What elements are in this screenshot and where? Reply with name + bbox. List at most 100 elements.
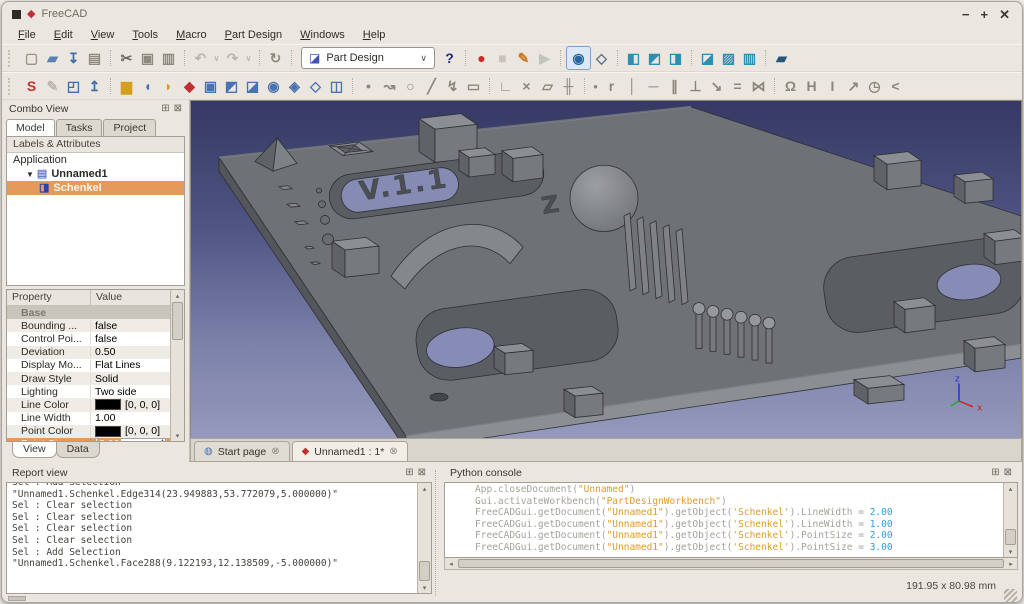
property-value[interactable]: Two side bbox=[91, 386, 170, 398]
tab-data[interactable]: Data bbox=[56, 442, 100, 458]
tree-item-unnamed1[interactable]: ▼▤Unnamed1 bbox=[7, 167, 184, 181]
window-menu-icon[interactable] bbox=[12, 10, 21, 19]
constraint-horizontal-distance-icon[interactable]: H bbox=[801, 76, 822, 97]
point-size-editor[interactable]: 3.00▴▾ bbox=[95, 438, 166, 441]
polar-pattern-icon[interactable]: ◆ bbox=[179, 76, 200, 97]
spinner-icons[interactable]: ▴▾ bbox=[161, 439, 164, 441]
constraint-perpendicular-icon[interactable]: ⊥ bbox=[685, 76, 706, 97]
tab-project[interactable]: Project bbox=[103, 119, 156, 136]
macro-edit-icon[interactable]: ✎ bbox=[513, 48, 534, 69]
property-value[interactable]: 3.00▴▾ bbox=[91, 438, 170, 441]
sketch-polyline-icon[interactable]: ↯ bbox=[442, 76, 463, 97]
sketch-new-icon[interactable]: S bbox=[21, 76, 42, 97]
hole-icon[interactable]: ◩ bbox=[221, 76, 242, 97]
draft-icon[interactable]: ◇ bbox=[305, 76, 326, 97]
scroll-down-icon[interactable]: ▾ bbox=[418, 582, 431, 593]
groove-icon[interactable]: ◗ bbox=[158, 76, 179, 97]
open-file-icon[interactable]: ▰ bbox=[42, 48, 63, 69]
python-scrollbar[interactable]: ▴ ▾ bbox=[1003, 483, 1017, 557]
python-horizontal-scrollbar[interactable]: ◂ ▸ bbox=[444, 558, 1018, 570]
sketch-circle-icon[interactable]: ○ bbox=[400, 76, 421, 97]
pocket-icon[interactable]: ▣ bbox=[200, 76, 221, 97]
constraint-radius-icon[interactable]: ◷ bbox=[864, 76, 885, 97]
minimize-button[interactable]: − bbox=[962, 8, 970, 21]
workbench-selector[interactable]: ◪Part Design∨ bbox=[301, 47, 435, 69]
sketch-line-icon[interactable]: ╱ bbox=[421, 76, 442, 97]
scroll-thumb[interactable] bbox=[419, 561, 430, 581]
3d-viewport[interactable]: V.1.1 Z z x bbox=[190, 100, 1022, 438]
resize-grip[interactable] bbox=[1004, 589, 1017, 602]
constraint-coincident-icon[interactable]: ● bbox=[590, 76, 601, 97]
view-top-icon[interactable]: ◩ bbox=[644, 48, 665, 69]
constraint-symmetric-icon[interactable]: ⋈ bbox=[748, 76, 769, 97]
constraint-tangent-icon[interactable]: ↘ bbox=[706, 76, 727, 97]
close-tab-icon[interactable]: ⊗ bbox=[389, 447, 397, 457]
fillet-icon[interactable]: ◉ bbox=[263, 76, 284, 97]
sketch-leave-icon[interactable]: ↥ bbox=[84, 76, 105, 97]
menu-item-part-design[interactable]: Part Design bbox=[217, 27, 290, 43]
toolbar-handle[interactable] bbox=[8, 78, 16, 95]
save-icon[interactable]: ↧ bbox=[63, 48, 84, 69]
sketch-map-icon[interactable]: ◰ bbox=[63, 76, 84, 97]
sketch-external-geometry-icon[interactable]: ▱ bbox=[537, 76, 558, 97]
maximize-button[interactable]: + bbox=[981, 8, 989, 21]
tab-view[interactable]: View bbox=[12, 442, 57, 458]
view-rear-icon[interactable]: ◪ bbox=[697, 48, 718, 69]
property-value[interactable]: [0, 0, 0] bbox=[91, 399, 170, 411]
scroll-down-icon[interactable]: ▾ bbox=[171, 430, 184, 441]
mdi-tab-unnamed1-1[interactable]: ◆Unnamed1 : 1*⊗ bbox=[292, 441, 408, 461]
scroll-left-icon[interactable]: ◂ bbox=[445, 560, 457, 568]
constraint-parallel-icon[interactable]: ∥ bbox=[664, 76, 685, 97]
dock-close-icon[interactable]: ⊠ bbox=[1004, 468, 1012, 478]
refresh-icon[interactable]: ↻ bbox=[265, 48, 286, 69]
close-tab-icon[interactable]: ⊗ bbox=[271, 447, 279, 457]
sketch-construction-mode-icon[interactable]: ╫ bbox=[558, 76, 579, 97]
property-value[interactable]: false bbox=[91, 333, 170, 345]
expander-icon[interactable]: ▼ bbox=[26, 170, 34, 179]
report-view-log[interactable]: Sel : Add Selection"Unnamed1.Schenkel.Ed… bbox=[7, 483, 417, 593]
measure-distance-icon[interactable]: ▰ bbox=[771, 48, 792, 69]
tree-item-schenkel[interactable]: ◨Schenkel bbox=[7, 181, 184, 195]
tree-item-application[interactable]: Application bbox=[7, 153, 184, 167]
toolbar-handle[interactable] bbox=[8, 50, 16, 67]
property-value[interactable]: 1.00 bbox=[91, 412, 170, 424]
scroll-down-icon[interactable]: ▾ bbox=[1004, 546, 1017, 557]
menu-item-file[interactable]: File bbox=[10, 27, 44, 43]
constraint-angle-icon[interactable]: < bbox=[885, 76, 906, 97]
mdi-tab-start-page[interactable]: ◍Start page⊗ bbox=[194, 441, 290, 461]
dock-float-icon[interactable]: ⊞ bbox=[161, 104, 169, 114]
menu-item-edit[interactable]: Edit bbox=[46, 27, 81, 43]
constraint-distance-icon[interactable]: ↗ bbox=[843, 76, 864, 97]
property-value[interactable]: Solid bbox=[91, 373, 170, 385]
scroll-thumb[interactable] bbox=[172, 302, 183, 340]
property-value[interactable]: Flat Lines bbox=[91, 359, 170, 371]
scroll-up-icon[interactable]: ▴ bbox=[171, 290, 184, 301]
view-axonometric-icon[interactable]: ◇ bbox=[591, 48, 612, 69]
linear-pattern-icon[interactable]: ◪ bbox=[242, 76, 263, 97]
menu-item-tools[interactable]: Tools bbox=[124, 27, 166, 43]
constraint-vertical-distance-icon[interactable]: I bbox=[822, 76, 843, 97]
view-front-icon[interactable]: ◧ bbox=[623, 48, 644, 69]
property-scrollbar[interactable]: ▴ ▾ bbox=[170, 290, 184, 441]
view-fit-all-icon[interactable]: ◉ bbox=[566, 46, 591, 70]
dock-close-icon[interactable]: ⊠ bbox=[174, 104, 182, 114]
revolution-icon[interactable]: ◖ bbox=[137, 76, 158, 97]
constraint-horizontal-icon[interactable]: ─ bbox=[643, 76, 664, 97]
property-value[interactable]: false bbox=[91, 320, 170, 332]
tab-tasks[interactable]: Tasks bbox=[56, 119, 103, 136]
close-button[interactable]: ✕ bbox=[999, 8, 1010, 21]
view-left-icon[interactable]: ▥ bbox=[739, 48, 760, 69]
dock-close-icon[interactable]: ⊠ bbox=[418, 468, 426, 478]
macro-record-icon[interactable]: ● bbox=[471, 48, 492, 69]
constraint-lock-icon[interactable]: Ω bbox=[780, 76, 801, 97]
view-right-icon[interactable]: ◨ bbox=[665, 48, 686, 69]
menu-item-view[interactable]: View bbox=[83, 27, 123, 43]
sketch-trim-icon[interactable]: × bbox=[516, 76, 537, 97]
view-bottom-icon[interactable]: ▨ bbox=[718, 48, 739, 69]
paste-icon[interactable]: ▥ bbox=[158, 48, 179, 69]
scroll-up-icon[interactable]: ▴ bbox=[418, 483, 431, 494]
report-scrollbar[interactable]: ▴ ▾ bbox=[417, 483, 431, 593]
sketch-point-icon[interactable]: • bbox=[358, 76, 379, 97]
dock-float-icon[interactable]: ⊞ bbox=[405, 468, 413, 478]
sketch-arc-icon[interactable]: ↝ bbox=[379, 76, 400, 97]
